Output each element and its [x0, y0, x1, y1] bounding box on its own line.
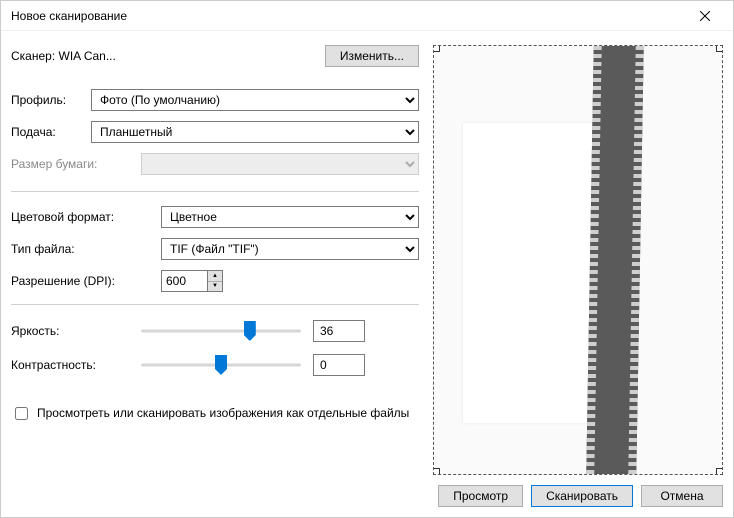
spinner-arrows[interactable]: ▲ ▼	[207, 270, 223, 292]
profile-select[interactable]: Фото (По умолчанию)	[91, 89, 419, 111]
separate-files-checkbox[interactable]	[15, 407, 28, 420]
scanner-label: Сканер: WIA Can...	[11, 49, 116, 63]
contrast-label: Контрастность:	[11, 358, 141, 372]
crop-handle[interactable]	[433, 45, 440, 52]
brightness-label: Яркость:	[11, 324, 141, 338]
color-format-select[interactable]: Цветное	[161, 206, 419, 228]
change-scanner-button[interactable]: Изменить...	[325, 45, 419, 67]
brightness-slider[interactable]	[141, 319, 301, 343]
titlebar: Новое сканирование	[1, 1, 733, 31]
preview-area[interactable]	[433, 45, 723, 475]
paper-size-select	[141, 153, 419, 175]
brightness-input[interactable]	[313, 320, 365, 342]
slider-thumb[interactable]	[215, 355, 227, 375]
resolution-input[interactable]	[161, 270, 207, 292]
close-icon	[700, 11, 710, 21]
contrast-input[interactable]	[313, 354, 365, 376]
paper-size-label: Размер бумаги:	[11, 157, 141, 171]
settings-panel: Сканер: WIA Can... Изменить... Профиль: …	[1, 31, 429, 517]
crop-handle[interactable]	[716, 468, 723, 475]
crop-handle[interactable]	[433, 468, 440, 475]
chevron-up-icon[interactable]: ▲	[208, 271, 222, 282]
filmstrip-image	[586, 46, 643, 474]
window-title: Новое сканирование	[11, 9, 127, 23]
cancel-button[interactable]: Отмена	[641, 485, 723, 507]
scan-button[interactable]: Сканировать	[531, 485, 633, 507]
separator	[11, 304, 419, 305]
chevron-down-icon[interactable]: ▼	[208, 282, 222, 292]
scan-dialog: Новое сканирование Сканер: WIA Can... Из…	[0, 0, 734, 518]
feed-select[interactable]: Планшетный	[91, 121, 419, 143]
separate-files-label[interactable]: Просмотреть или сканировать изображения …	[37, 405, 409, 422]
color-format-label: Цветовой формат:	[11, 210, 161, 224]
profile-label: Профиль:	[11, 93, 91, 107]
slider-thumb[interactable]	[244, 321, 256, 341]
action-buttons: Просмотр Сканировать Отмена	[433, 475, 723, 507]
file-type-label: Тип файла:	[11, 242, 161, 256]
close-button[interactable]	[685, 2, 725, 30]
file-type-select[interactable]: TIF (Файл "TIF")	[161, 238, 419, 260]
separator	[11, 191, 419, 192]
preview-button[interactable]: Просмотр	[438, 485, 523, 507]
feed-label: Подача:	[11, 125, 91, 139]
resolution-spinner[interactable]: ▲ ▼	[161, 270, 223, 292]
resolution-label: Разрешение (DPI):	[11, 274, 161, 288]
contrast-slider[interactable]	[141, 353, 301, 377]
crop-handle[interactable]	[716, 45, 723, 52]
